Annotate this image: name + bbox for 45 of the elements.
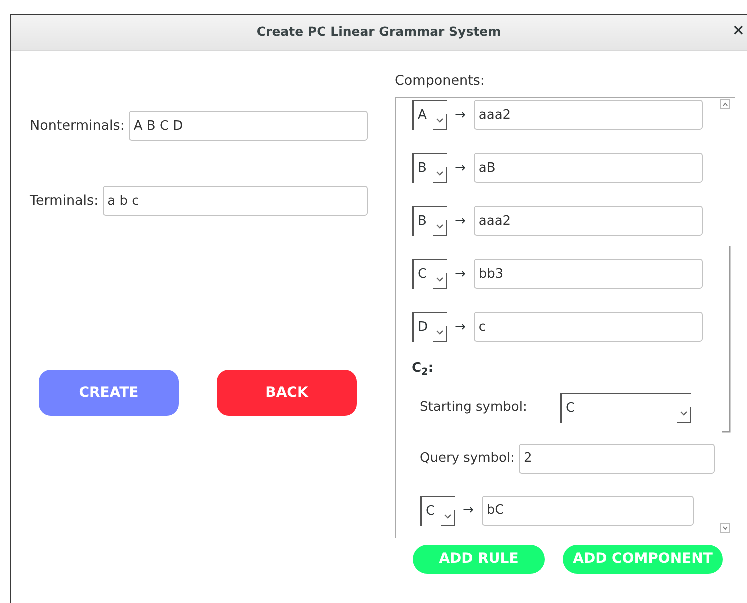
back-button[interactable]: BACK — [217, 370, 357, 416]
nonterminals-field[interactable]: A B C D — [128, 111, 368, 141]
symbol-select[interactable]: B — [412, 206, 447, 236]
arrow-symbol: → — [455, 106, 466, 124]
terminals-field[interactable]: a b c — [102, 186, 368, 216]
rule-field[interactable]: aaa2 — [474, 100, 703, 130]
component-heading: C$_{2}$: — [412, 360, 435, 379]
select-value: C — [426, 502, 436, 520]
rule-field[interactable]: bb3 — [474, 259, 703, 290]
symbol-select[interactable]: C — [420, 496, 455, 526]
symbol-select[interactable]: B — [412, 153, 447, 184]
select-value: D — [418, 319, 428, 337]
symbol-select[interactable]: A — [412, 100, 447, 130]
arrow-symbol: → — [455, 212, 466, 230]
components-label: Components: — [395, 72, 486, 91]
chevron-down-icon — [433, 167, 447, 184]
rule-field[interactable]: bC — [482, 496, 694, 526]
symbol-select[interactable]: C — [560, 392, 691, 423]
terminals-label: Terminals: — [30, 192, 99, 211]
rule-field[interactable]: c — [474, 312, 703, 342]
arrow-symbol: → — [463, 502, 474, 520]
chevron-down-icon — [433, 273, 447, 290]
rule-field[interactable]: aB — [474, 153, 703, 184]
nonterminals-label: Nonterminals: — [30, 116, 125, 136]
chevron-down-icon — [441, 510, 455, 526]
starting-symbol-label: Starting symbol: — [420, 399, 528, 417]
query-symbol-label: Query symbol: — [420, 450, 515, 468]
close-button[interactable]: × — [732, 23, 745, 38]
arrow-symbol: → — [455, 266, 466, 284]
rule-field[interactable]: aaa2 — [474, 206, 703, 236]
select-value: A — [418, 107, 427, 125]
query-symbol-field[interactable]: 2 — [518, 444, 715, 474]
chevron-down-icon — [677, 406, 691, 423]
arrow-symbol: → — [455, 160, 466, 178]
symbol-select[interactable]: C — [412, 259, 447, 290]
select-value: B — [418, 213, 427, 231]
arrow-symbol: → — [455, 318, 466, 336]
symbol-select[interactable]: D — [412, 312, 447, 342]
select-value: C — [418, 266, 428, 284]
select-value: B — [418, 160, 427, 178]
select-value: C — [566, 400, 576, 418]
chevron-down-icon — [433, 114, 447, 130]
chevron-down-icon — [433, 326, 447, 342]
window-title: Create PC Linear Grammar System — [256, 23, 502, 42]
chevron-down-icon — [433, 220, 447, 236]
